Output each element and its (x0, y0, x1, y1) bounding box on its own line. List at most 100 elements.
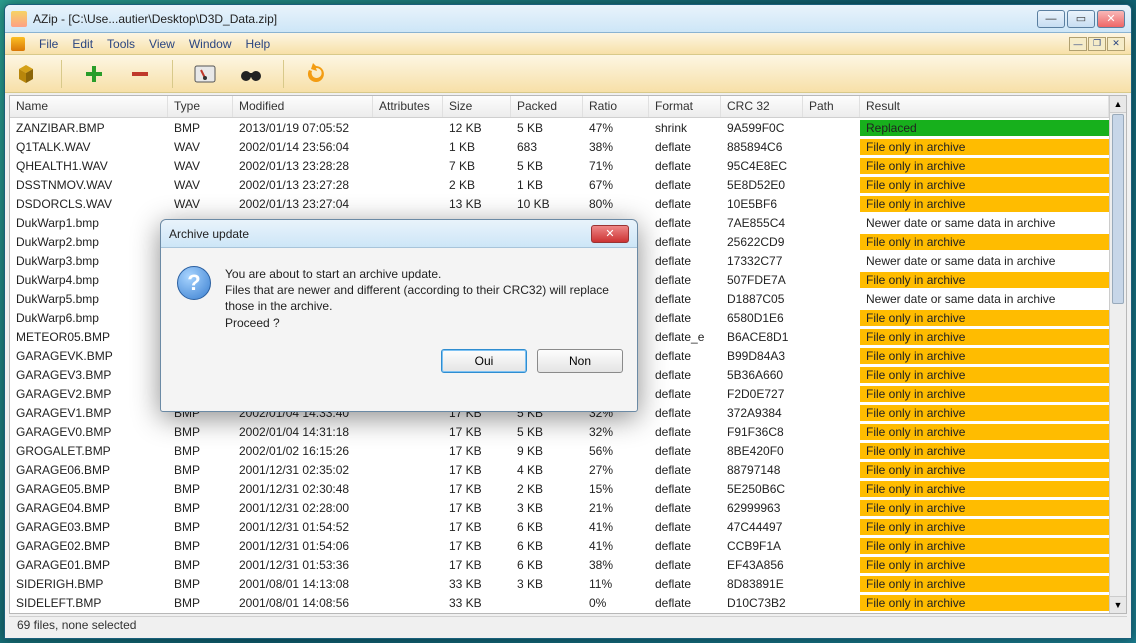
maximize-button[interactable]: ▭ (1067, 10, 1095, 28)
cell: 47% (583, 120, 649, 136)
cell: DukWarp3.bmp (10, 253, 168, 269)
cell: 32% (583, 424, 649, 440)
cell: 17 KB (443, 538, 511, 554)
table-row[interactable]: SIDERIGH.BMPBMP2001/08/01 14:13:0833 KB3… (10, 574, 1109, 593)
table-row[interactable]: GARAGE01.BMPBMP2001/12/31 01:53:3617 KB6… (10, 555, 1109, 574)
cell (373, 146, 443, 148)
cell: GARAGE03.BMP (10, 519, 168, 535)
dialog-titlebar: Archive update ✕ (161, 220, 637, 248)
remove-button[interactable] (126, 60, 154, 88)
header-result[interactable]: Result (860, 96, 1109, 117)
mdi-close-button[interactable]: ✕ (1107, 37, 1125, 51)
menu-view[interactable]: View (149, 37, 175, 51)
result-cell: File only in archive (860, 196, 1109, 212)
app-icon (11, 11, 27, 27)
cell: 2 KB (511, 481, 583, 497)
header-crc[interactable]: CRC 32 (721, 96, 803, 117)
header-format[interactable]: Format (649, 96, 721, 117)
scroll-thumb[interactable] (1112, 114, 1124, 304)
cell: 3 KB (511, 500, 583, 516)
menu-help[interactable]: Help (246, 37, 271, 51)
table-row[interactable]: GARAGE06.BMPBMP2001/12/31 02:35:0217 KB4… (10, 460, 1109, 479)
cell: 2001/12/31 02:28:00 (233, 500, 373, 516)
header-packed[interactable]: Packed (511, 96, 583, 117)
result-cell: Newer date or same data in archive (860, 215, 1109, 231)
table-row[interactable]: Q1TALK.WAVWAV2002/01/14 23:56:041 KB6833… (10, 137, 1109, 156)
result-cell: File only in archive (860, 557, 1109, 573)
cell: 5E8D52E0 (721, 177, 803, 193)
mdi-minimize-button[interactable]: — (1069, 37, 1087, 51)
cell: 11% (583, 576, 649, 592)
header-size[interactable]: Size (443, 96, 511, 117)
result-cell: File only in archive (860, 386, 1109, 402)
cell: 6 KB (511, 519, 583, 535)
cell: 2002/01/04 14:31:18 (233, 424, 373, 440)
cell (803, 583, 860, 585)
table-row[interactable]: GARAGEV0.BMPBMP2002/01/04 14:31:1817 KB5… (10, 422, 1109, 441)
archive-update-dialog: Archive update ✕ ? You are about to star… (160, 219, 638, 412)
header-modified[interactable]: Modified (233, 96, 373, 117)
menu-file[interactable]: File (39, 37, 58, 51)
table-row[interactable]: GROGALET.BMPBMP2002/01/02 16:15:2617 KB9… (10, 441, 1109, 460)
menu-edit[interactable]: Edit (72, 37, 93, 51)
cell: 3 KB (511, 576, 583, 592)
header-ratio[interactable]: Ratio (583, 96, 649, 117)
dialog-no-button[interactable]: Non (537, 349, 623, 373)
result-cell: File only in archive (860, 310, 1109, 326)
header-attributes[interactable]: Attributes (373, 96, 443, 117)
folder-open-icon (16, 61, 42, 87)
dialog-line1: You are about to start an archive update… (225, 266, 621, 282)
table-row[interactable]: GARAGE05.BMPBMP2001/12/31 02:30:4817 KB2… (10, 479, 1109, 498)
table-row[interactable]: GARAGE02.BMPBMP2001/12/31 01:54:0617 KB6… (10, 536, 1109, 555)
table-row[interactable]: DSSTNMOV.WAVWAV2002/01/13 23:27:282 KB1 … (10, 175, 1109, 194)
cell (373, 507, 443, 509)
mdi-restore-button[interactable]: ❐ (1088, 37, 1106, 51)
cell: 88797148 (721, 462, 803, 478)
scroll-up-icon[interactable]: ▲ (1110, 96, 1126, 113)
test-button[interactable] (191, 60, 219, 88)
cell: 2001/08/01 14:08:56 (233, 595, 373, 611)
cell: GARAGEV2.BMP (10, 386, 168, 402)
find-button[interactable] (237, 60, 265, 88)
add-button[interactable] (80, 60, 108, 88)
dialog-yes-button[interactable]: Oui (441, 349, 527, 373)
cell: 2013/01/19 07:05:52 (233, 120, 373, 136)
cell (373, 203, 443, 205)
table-row[interactable]: SIDELEFT.BMPBMP2001/08/01 14:08:5633 KB0… (10, 593, 1109, 612)
table-row[interactable]: GARAGE04.BMPBMP2001/12/31 02:28:0017 KB3… (10, 498, 1109, 517)
vertical-scrollbar[interactable]: ▲ ▼ (1109, 96, 1126, 613)
minimize-button[interactable]: — (1037, 10, 1065, 28)
menu-tools[interactable]: Tools (107, 37, 135, 51)
meter-icon (193, 62, 217, 86)
table-row[interactable]: GARAGE03.BMPBMP2001/12/31 01:54:5217 KB6… (10, 517, 1109, 536)
cell: GARAGE06.BMP (10, 462, 168, 478)
header-path[interactable]: Path (803, 96, 860, 117)
cell (803, 431, 860, 433)
cell: 5 KB (511, 120, 583, 136)
cell: GARAGEV3.BMP (10, 367, 168, 383)
cell (803, 488, 860, 490)
cell: 5E250B6C (721, 481, 803, 497)
cell: deflate (649, 443, 721, 459)
dialog-close-button[interactable]: ✕ (591, 225, 629, 243)
cell: BMP (168, 557, 233, 573)
cell: deflate (649, 215, 721, 231)
cell: DukWarp6.bmp (10, 310, 168, 326)
table-row[interactable]: QHEALTH1.WAVWAV2002/01/13 23:28:287 KB5 … (10, 156, 1109, 175)
cell: 6 KB (511, 557, 583, 573)
update-button[interactable] (302, 60, 330, 88)
scroll-down-icon[interactable]: ▼ (1110, 596, 1126, 613)
close-button[interactable]: ✕ (1097, 10, 1125, 28)
cell: 12 KB (443, 120, 511, 136)
table-row[interactable]: ZANZIBAR.BMPBMP2013/01/19 07:05:5212 KB5… (10, 118, 1109, 137)
cell (803, 545, 860, 547)
open-archive-button[interactable] (15, 60, 43, 88)
header-type[interactable]: Type (168, 96, 233, 117)
table-row[interactable]: DSDORCLS.WAVWAV2002/01/13 23:27:0413 KB1… (10, 194, 1109, 213)
cell: 2001/12/31 01:53:36 (233, 557, 373, 573)
menu-window[interactable]: Window (189, 37, 232, 51)
header-name[interactable]: Name (10, 96, 168, 117)
dialog-title: Archive update (169, 227, 591, 241)
dialog-line2: Files that are newer and different (acco… (225, 282, 621, 314)
cell: 507FDE7A (721, 272, 803, 288)
